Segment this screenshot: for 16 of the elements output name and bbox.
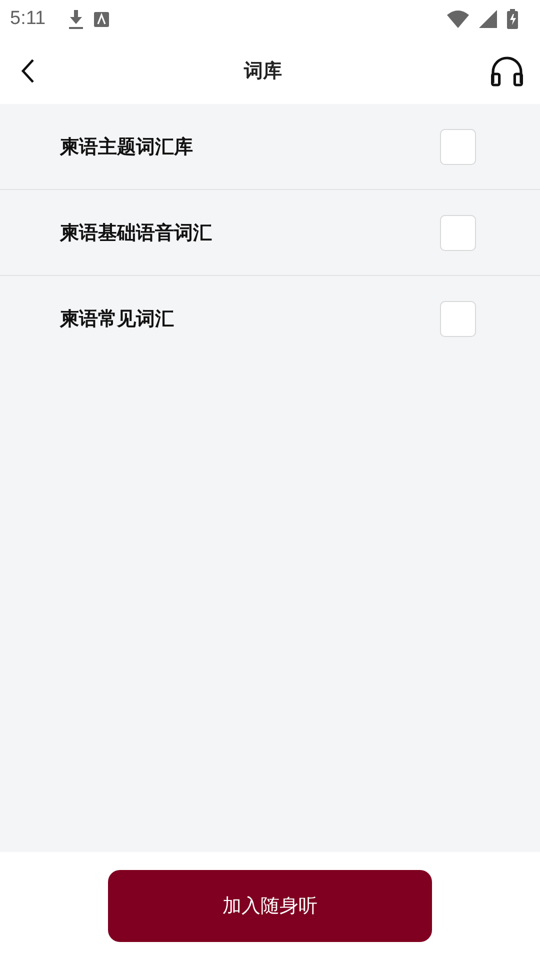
wifi-icon — [447, 10, 469, 28]
add-to-playlist-button[interactable]: 加入随身听 — [108, 870, 432, 942]
signal-icon — [479, 10, 497, 28]
notification-icon — [94, 12, 109, 26]
back-button[interactable] — [20, 58, 36, 84]
checkbox[interactable] — [440, 300, 476, 336]
vocabulary-list-name: 柬语基础语音词汇 — [60, 220, 213, 246]
checkbox[interactable] — [440, 214, 476, 250]
vocabulary-list-name: 柬语常见词汇 — [60, 306, 175, 332]
battery-icon — [507, 9, 518, 29]
checkbox[interactable] — [440, 128, 476, 164]
download-icon — [68, 9, 84, 29]
page-title: 词库 — [242, 59, 283, 84]
vocabulary-list-name: 柬语主题词汇库 — [60, 134, 194, 160]
status-time: 5:11 — [10, 8, 46, 30]
headphones-button[interactable] — [490, 55, 524, 87]
